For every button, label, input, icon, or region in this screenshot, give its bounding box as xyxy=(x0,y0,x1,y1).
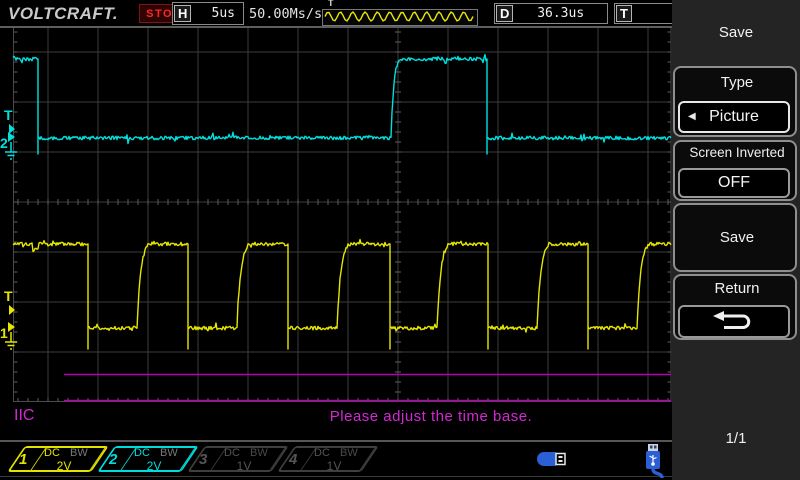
memory-waveform-icon xyxy=(323,10,475,23)
return-label: Return xyxy=(675,280,799,297)
channel-3-badge[interactable]: 3 DC BW1V xyxy=(196,446,280,472)
vertical-scale: 1V xyxy=(312,459,356,473)
coupling-label: DC xyxy=(134,447,150,459)
left-arrow-icon: ◀ xyxy=(688,111,696,122)
page-indicator: 1/1 xyxy=(672,430,800,447)
screen-inverted-value: OFF xyxy=(718,174,750,192)
bandwidth-label: BW xyxy=(340,447,358,459)
channel-2-badge[interactable]: 2 DC BW2V xyxy=(106,446,190,472)
screen-inverted-label: Screen Inverted xyxy=(675,145,799,160)
ch1-ground-marker: 1 xyxy=(0,325,8,341)
bottombar-separator xyxy=(0,440,672,442)
bandwidth-label: BW xyxy=(70,447,88,459)
trigger-position-indicator[interactable] xyxy=(322,9,478,26)
menu-section-save[interactable]: Save xyxy=(673,203,797,272)
channel-status-bar: 1DCBW2V2DCBW2V3DCBW1V4DCBW1V xyxy=(0,444,672,480)
horizontal-label: H xyxy=(174,5,191,22)
type-label: Type xyxy=(675,74,799,91)
menu-panel: Save Type ◀ Picture Screen Inverted OFF … xyxy=(672,0,800,480)
topbar-separator xyxy=(0,26,672,28)
channel-4-badge[interactable]: 4 DC BW1V xyxy=(286,446,370,472)
trigger-label: T xyxy=(616,5,632,22)
delay-value: 36.3us xyxy=(514,6,607,21)
channel-1-badge[interactable]: 1 DC BW2V xyxy=(16,446,100,472)
channel-number: 4 xyxy=(289,451,297,468)
vertical-scale: 2V xyxy=(42,459,86,473)
decode-bus-label: IIC xyxy=(14,407,34,425)
scope-message: Please adjust the time base. xyxy=(296,408,566,425)
brand-logo: VOLTCRAFT. xyxy=(8,4,118,24)
delay-label: D xyxy=(496,5,513,22)
type-value-button[interactable]: ◀ Picture xyxy=(678,101,790,133)
save-button-label: Save xyxy=(675,229,799,246)
channel-number: 3 xyxy=(199,451,207,468)
ch1-trigger-level-marker-arrow-icon xyxy=(9,305,15,315)
bandwidth-label: BW xyxy=(160,447,178,459)
top-bar: VOLTCRAFT. STOP H 5us 50.00Ms/s T D 36.3… xyxy=(0,0,672,26)
trace-ch1 xyxy=(13,240,671,349)
coupling-label: DC xyxy=(44,447,60,459)
coupling-label: DC xyxy=(224,447,240,459)
delay-box[interactable]: D 36.3us xyxy=(494,3,608,24)
ch2-trigger-level-marker: T xyxy=(4,107,13,123)
channel-number: 1 xyxy=(19,451,27,468)
usb-device-icon xyxy=(641,444,667,480)
type-value: Picture xyxy=(709,108,759,126)
timebase-box[interactable]: H 5us xyxy=(172,2,244,25)
bandwidth-label: BW xyxy=(250,447,268,459)
oscilloscope-screen: T 2 T 1 IIC Please adjust the time base. VO… xyxy=(0,0,800,480)
usb-storage-icon xyxy=(534,450,568,468)
coupling-label: DC xyxy=(314,447,330,459)
trigger-level-box[interactable]: T xyxy=(614,3,674,24)
timebase-value: 5us xyxy=(192,6,243,21)
return-button[interactable] xyxy=(678,305,790,338)
ch1-trigger-level-marker: T xyxy=(4,288,13,304)
vertical-scale: 2V xyxy=(132,459,176,473)
channel-number: 2 xyxy=(109,451,117,468)
menu-title: Save xyxy=(672,24,800,41)
screen-inverted-button[interactable]: OFF xyxy=(678,168,790,198)
trace-ch2 xyxy=(13,55,671,154)
waveform-display: T 2 T 1 xyxy=(0,0,672,412)
trigger-position-label: T xyxy=(328,0,334,8)
vertical-scale: 1V xyxy=(222,459,266,473)
return-arrow-icon xyxy=(711,311,757,333)
ch2-ground-marker: 2 xyxy=(0,135,8,151)
sample-rate: 50.00Ms/s xyxy=(249,6,322,22)
